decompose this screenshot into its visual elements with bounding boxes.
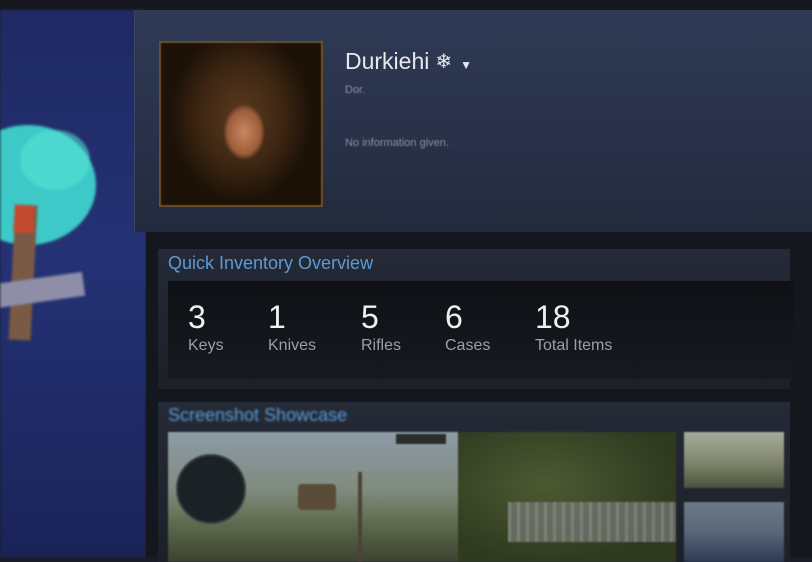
stat-value: 5 bbox=[361, 299, 379, 335]
real-name: Dor. bbox=[345, 84, 366, 96]
inventory-title[interactable]: Quick Inventory Overview bbox=[168, 253, 373, 274]
profile-summary: No information given. bbox=[345, 137, 449, 149]
avatar[interactable] bbox=[159, 41, 323, 207]
stat-cases[interactable]: 6 Cases bbox=[445, 301, 490, 355]
snowflake-icon: ❄ bbox=[435, 51, 453, 73]
stat-label: Total Items bbox=[535, 337, 613, 354]
screenshot-main[interactable] bbox=[168, 432, 676, 562]
showcase-title[interactable]: Screenshot Showcase bbox=[168, 405, 347, 426]
stat-value: 3 bbox=[188, 299, 206, 335]
top-strip bbox=[0, 0, 812, 10]
stat-rifles[interactable]: 5 Rifles bbox=[361, 301, 401, 355]
screenshot-fence bbox=[508, 502, 676, 542]
username[interactable]: Durkiehi bbox=[345, 48, 429, 75]
profile-background-art bbox=[0, 10, 146, 557]
art-trunk-band bbox=[13, 204, 35, 234]
username-dropdown[interactable]: Durkiehi ❄ ▼ bbox=[345, 48, 472, 75]
stat-keys[interactable]: 3 Keys bbox=[188, 301, 224, 355]
stat-knives[interactable]: 1 Knives bbox=[268, 301, 316, 355]
inventory-stats: 3 Keys 1 Knives 5 Rifles 6 Cases 18 Tota… bbox=[168, 281, 794, 379]
stat-value: 6 bbox=[445, 299, 463, 335]
stat-value: 1 bbox=[268, 299, 286, 335]
screenshot-thumbnail[interactable] bbox=[684, 432, 784, 488]
profile-header: Durkiehi ❄ ▼ Dor. No information given. bbox=[134, 10, 812, 232]
screenshot-water-tower bbox=[298, 484, 336, 510]
screenshot-pole bbox=[358, 472, 362, 562]
screenshot-minimap bbox=[176, 454, 246, 524]
profile-content: Quick Inventory Overview 3 Keys 1 Knives… bbox=[146, 232, 812, 562]
art-tree-highlight bbox=[20, 130, 90, 190]
stat-label: Rifles bbox=[361, 337, 402, 354]
stat-total-items[interactable]: 18 Total Items bbox=[535, 301, 612, 355]
stat-label: Keys bbox=[188, 337, 224, 354]
stat-label: Cases bbox=[445, 337, 491, 354]
screenshot-tree bbox=[458, 432, 676, 562]
stat-value: 18 bbox=[535, 299, 571, 335]
avatar-image bbox=[161, 43, 321, 205]
inventory-showcase: Quick Inventory Overview 3 Keys 1 Knives… bbox=[158, 249, 794, 389]
screenshot-showcase: Screenshot Showcase bbox=[158, 402, 790, 562]
chevron-down-icon[interactable]: ▼ bbox=[460, 58, 472, 72]
stat-label: Knives bbox=[268, 337, 317, 354]
screenshot-thumbnail[interactable] bbox=[684, 502, 784, 562]
screenshot-hud bbox=[396, 434, 446, 444]
